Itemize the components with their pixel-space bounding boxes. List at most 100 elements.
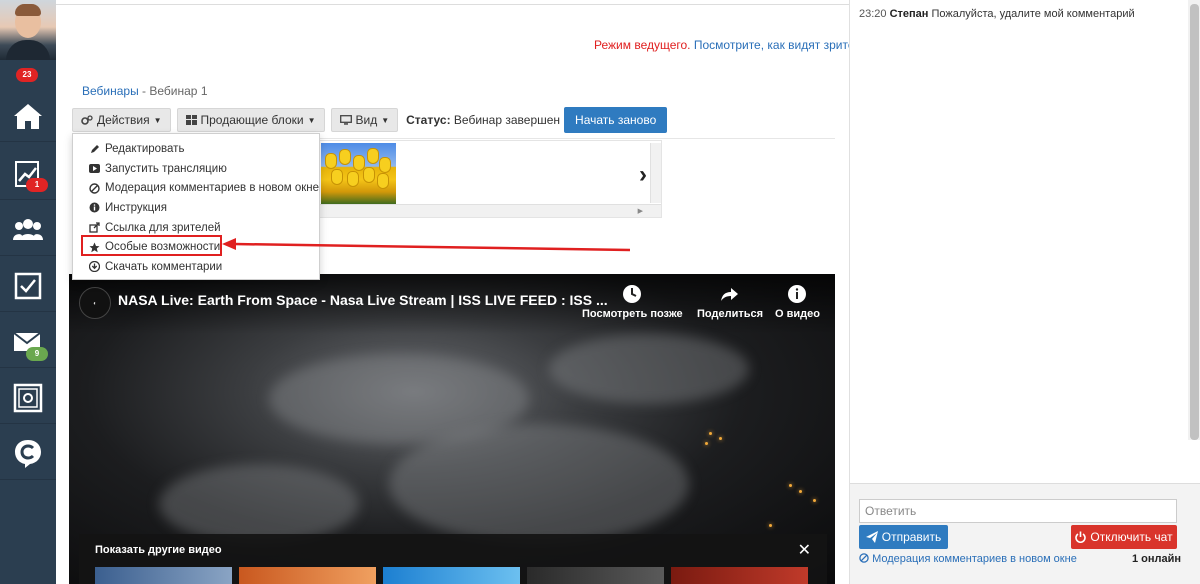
menu-item-download-comments[interactable]: Скачать комментарии [73,257,319,277]
top-divider [56,0,849,5]
annotation-highlight-box [81,235,222,256]
video-thumbnail[interactable] [95,567,232,584]
carousel-vertical-scrollbar[interactable] [650,143,661,203]
youtube-icon [89,163,100,174]
send-button[interactable]: Отправить [859,525,948,549]
video-thumbnail[interactable] [239,567,376,584]
chat-footer: Отправить Отключить чат Модерация коммен… [850,483,1200,584]
grid-icon [185,115,197,125]
video-thumbnail[interactable] [527,567,664,584]
sidebar-item-home[interactable] [0,90,56,142]
video-title[interactable]: NASA Live: Earth From Space - Nasa Live … [118,292,608,308]
actions-dropdown-menu: Редактировать Запустить трансляцию Модер… [72,133,320,280]
sidebar-item-analytics[interactable] [0,148,56,200]
chat-scrollbar-thumb[interactable] [1190,4,1199,440]
sidebar-item-tasks[interactable] [0,260,56,312]
power-icon [1075,531,1087,543]
breadcrumb: Вебинары - Вебинар 1 [82,84,208,98]
video-player[interactable]: ◐ NASA Live: Earth From Space - Nasa Liv… [69,274,835,584]
share-button[interactable]: Поделиться [697,284,763,320]
menu-item-label: Инструкция [105,201,167,214]
host-mode-label: Режим ведущего. [594,38,691,52]
share-label: Поделиться [697,308,764,320]
chat-panel: 23:20 Степан Пожалуйста, удалите мой ком… [849,0,1200,584]
chat-message-user[interactable]: Степан [890,8,929,20]
pencil-icon [89,143,100,154]
disable-chat-label: Отключить чат [1090,530,1173,544]
reply-input[interactable] [859,499,1177,523]
video-thumbnail[interactable] [671,567,808,584]
caret-down-icon: ▼ [307,115,316,125]
caret-down-icon: ▼ [153,115,162,125]
channel-logo-icon[interactable]: ◐ [79,287,111,319]
c-logo-icon [15,439,41,468]
status-value: Вебинар завершен [453,113,561,127]
about-video-button[interactable]: О видео [775,284,820,320]
toolbar: Действия ▼ Продающие блоки ▼ Вид ▼ Стату… [72,107,668,133]
viewer-view-link[interactable]: Посмотрите, как видят зрители [694,38,868,52]
safe-icon [13,383,43,412]
info-icon [89,202,100,213]
paper-plane-icon [865,531,878,543]
disable-chat-button[interactable]: Отключить чат [1071,525,1177,549]
watch-later-label: Посмотреть позже [582,308,683,320]
menu-item-label: Модерация комментариев в новом окне [105,182,320,195]
chat-scrollbar[interactable] [1188,0,1200,440]
share-icon [721,288,739,301]
clock-icon [623,285,642,303]
actions-button[interactable]: Действия ▼ [72,108,171,132]
selling-blocks-button[interactable]: Продающие блоки ▼ [176,108,325,132]
info-icon [788,285,807,303]
menu-item-edit[interactable]: Редактировать [73,139,319,159]
restart-button[interactable]: Начать заново [564,107,668,133]
users-icon [13,218,43,240]
sidebar-item-safe[interactable] [0,372,56,424]
chat-message-text: Пожалуйста, удалите мой комментарий [931,8,1135,20]
selling-blocks-label: Продающие блоки [200,113,304,127]
actions-button-label: Действия [97,113,150,127]
tulips-image [321,143,396,204]
more-videos-panel: Показать другие видео ✕ [79,534,827,584]
host-mode-banner: Режим ведущего. Посмотрите, как видят зр… [594,38,868,52]
menu-item-label: Скачать комментарии [105,260,223,273]
checkbox-icon [14,272,42,299]
gears-icon [81,114,93,125]
chat-moderation-label: Модерация комментариев в новом окне [872,553,1077,565]
chat-moderation-link[interactable]: Модерация комментариев в новом окне [859,553,1077,565]
breadcrumb-webinars-link[interactable]: Вебинары [82,84,139,98]
status-label: Статус: [406,113,451,127]
breadcrumb-current: Вебинар 1 [149,84,208,98]
view-button-label: Вид [355,113,378,127]
view-button[interactable]: Вид ▼ [330,108,399,132]
sidebar-item-mail[interactable] [0,316,56,368]
menu-item-label: Редактировать [105,142,185,155]
sidebar: 23 1 9 [0,0,56,584]
video-thumbnail[interactable] [383,567,520,584]
download-icon [89,261,100,273]
menu-item-label: Запустить трансляцию [105,162,227,175]
menu-item-moderation[interactable]: Модерация комментариев в новом окне [73,178,319,198]
ban-icon [89,183,100,194]
home-icon [14,103,42,129]
sidebar-item-users[interactable] [0,204,56,256]
online-count: 1 онлайн [1132,553,1182,565]
avatar[interactable] [0,0,56,60]
menu-item-instruction[interactable]: Инструкция [73,198,319,218]
breadcrumb-separator: - [138,84,150,98]
chevron-right-icon[interactable]: › [639,161,647,189]
caret-down-icon: ▼ [381,115,390,125]
ban-icon [859,553,869,563]
mail-badge: 9 [26,347,48,361]
chat-message-time: 23:20 [859,8,887,20]
menu-item-start-stream[interactable]: Запустить трансляцию [73,159,319,179]
notifications-badge: 23 [16,68,38,82]
annotation-arrow [222,238,631,252]
webinar-status: Статус: Вебинар завершен [406,113,560,127]
monitor-icon [339,115,352,125]
watch-later-button[interactable]: Посмотреть позже [582,284,683,320]
send-button-label: Отправить [881,530,942,544]
sidebar-item-c[interactable] [0,428,56,480]
analytics-badge: 1 [26,178,48,192]
close-icon[interactable]: ✕ [798,540,811,560]
menu-item-label: Ссылка для зрителей [105,221,221,234]
